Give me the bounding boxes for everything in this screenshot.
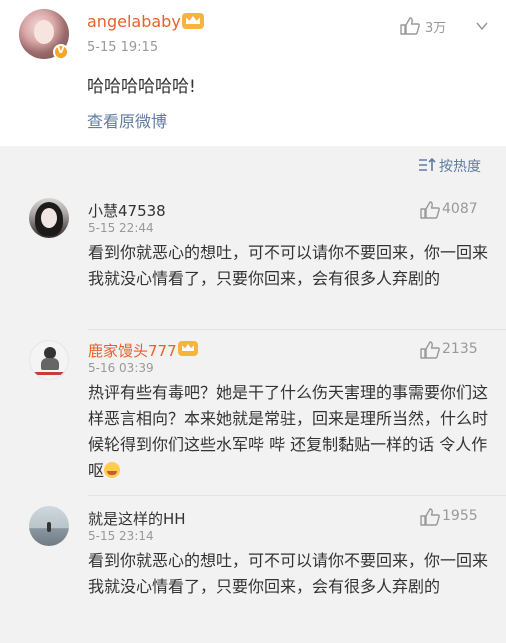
comment-timestamp: 5-15 23:14 xyxy=(88,529,154,543)
comment-timestamp: 5-15 22:44 xyxy=(88,221,154,235)
verified-badge-icon xyxy=(53,44,69,60)
comment-like-count: 2135 xyxy=(442,341,478,357)
thumbs-up-icon[interactable] xyxy=(420,508,440,526)
commenter-name[interactable]: 鹿家馒头777 xyxy=(88,340,177,361)
thumbs-up-icon[interactable] xyxy=(420,341,440,359)
comment-text: 看到你就恶心的想吐，可不可以请你不要回来，你一回来我就没心情看了，只要你回来，会… xyxy=(88,243,489,288)
vip-crown-icon xyxy=(178,341,198,356)
vomit-emoji-icon xyxy=(104,462,121,478)
view-original-link[interactable]: 查看原微博 xyxy=(87,108,167,132)
chevron-down-icon[interactable] xyxy=(476,20,488,32)
thumbs-up-icon[interactable] xyxy=(400,17,420,35)
comment-like-count: 1955 xyxy=(442,508,478,524)
comment-like-count: 4087 xyxy=(442,201,478,217)
comment-timestamp: 5-16 03:39 xyxy=(88,361,154,375)
vip-crown-icon xyxy=(182,13,204,29)
commenter-name[interactable]: 就是这样的HH xyxy=(88,508,186,529)
sort-by-hot-button[interactable]: 按热度 xyxy=(439,156,481,176)
commenter-avatar[interactable] xyxy=(29,198,69,238)
post-timestamp: 5-15 19:15 xyxy=(87,40,159,55)
thumbs-up-icon[interactable] xyxy=(420,201,440,219)
original-post: angelababy 5-15 19:15 3万 哈哈哈哈哈哈! 查看原微博 xyxy=(0,0,506,146)
comment-text-body: 热评有些有毒吧？她是干了什么伤天害理的事需要你们这样恶言相向？本来她就是常驻，回… xyxy=(88,383,489,480)
commenter-avatar[interactable] xyxy=(29,506,69,546)
post-like-count: 3万 xyxy=(425,21,447,36)
post-author-name[interactable]: angelababy xyxy=(87,12,181,31)
post-content: 哈哈哈哈哈哈! xyxy=(87,77,196,97)
comment-text: 热评有些有毒吧？她是干了什么伤天害理的事需要你们这样恶言相向？本来她就是常驻，回… xyxy=(88,380,488,484)
divider xyxy=(88,495,506,496)
commenter-name[interactable]: 小慧47538 xyxy=(88,200,166,221)
commenter-avatar[interactable] xyxy=(29,340,69,380)
comment-text: 看到你就恶心的想吐，可不可以请你不要回来，你一回来我就没心情看了，只要你回来，会… xyxy=(88,551,489,596)
divider xyxy=(88,329,506,330)
sort-icon[interactable] xyxy=(418,157,436,173)
